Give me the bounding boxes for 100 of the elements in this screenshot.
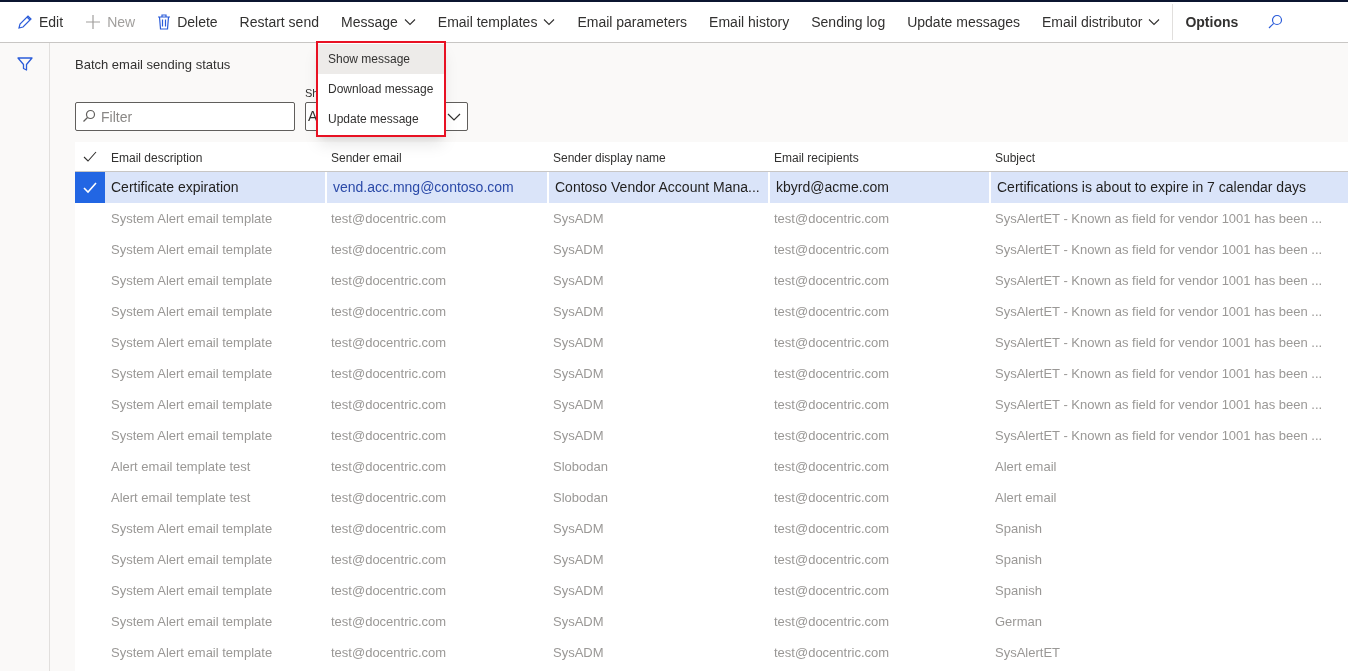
table-cell-text: System Alert email template [110,582,274,600]
table-cell-text: Spanish [994,551,1043,569]
column-header[interactable]: Sender display name [553,150,666,165]
table-cell-text: System Alert email template [110,551,274,569]
table-cell-text: SysADM [552,365,605,383]
table-cell-text: System Alert email template [110,334,274,352]
column-header[interactable]: Email recipients [774,150,859,165]
column-header[interactable]: Email description [111,150,203,165]
table-cell-text: test@docentric.com [330,365,448,383]
table-cell-text: System Alert email template [110,613,274,631]
table-cell-text: test@docentric.com [330,644,448,662]
table-cell-text: System Alert email template [110,210,274,228]
table-cell-text: SysADM [552,303,605,321]
table-cell-text: System Alert email template [110,644,274,662]
chevron-down-icon [447,111,461,122]
toolbar-button[interactable]: Sending log [800,4,897,40]
table-cell-text: test@docentric.com [330,303,448,321]
table-cell-text: test@docentric.com [773,334,891,352]
table-cell-text: test@docentric.com [773,427,891,445]
table-row[interactable]: Certificate expiration vend.acc.mng@contoso.com Contoso Vendor Account Mana... kbyrd@acme.com Certifications is about to expire in 7 calendar days [75,172,1348,203]
table-cell-text: test@docentric.com [330,489,448,507]
plus-icon [85,14,102,30]
menu-item[interactable]: Show message [318,44,444,74]
chevron-down-icon [1148,18,1161,26]
table-cell-text: System Alert email template [110,520,274,538]
toolbar-button[interactable]: Delete [146,4,229,40]
table-cell-text: test@docentric.com [330,272,448,290]
table-cell-text: test@docentric.com [773,582,891,600]
table-cell-text: SysAlertET - Known as field for vendor 1001 has been ... [994,427,1324,445]
filter-field[interactable]: Filter [75,102,295,131]
table-cell-text: Alert email [994,458,1058,476]
table-cell-text: Slobodan [552,489,609,507]
table-cell-text: test@docentric.com [773,458,891,476]
table-cell-text: SysADM [552,520,605,538]
table-cell-text: Alert email template test [110,489,252,507]
table-cell-text: System Alert email template [110,272,274,290]
table-cell-text: SysAlertET - Known as field for vendor 1001 has been ... [994,272,1324,290]
table-cell-text: SysADM [552,334,605,352]
table-cell-text: test@docentric.com [773,210,891,228]
table-cell-text: test@docentric.com [330,334,448,352]
table-cell-text: Slobodan [552,458,609,476]
table-cell-text: SysAlertET - Known as field for vendor 1001 has been ... [994,334,1324,352]
table-cell-text: Spanish [994,582,1043,600]
table-cell-text: test@docentric.com [330,210,448,228]
table-cell-text: test@docentric.com [330,551,448,569]
table-cell-text: SysAlertET - Known as field for vendor 1001 has been ... [994,396,1324,414]
table-cell-text: System Alert email template [110,241,274,259]
toolbar-button[interactable]: Options [1174,4,1250,40]
table-cell-text: SysADM [552,427,605,445]
table-cell-text: test@docentric.com [330,427,448,445]
check-icon[interactable] [83,150,97,163]
table-cell-text: SysAlertET - Known as field for vendor 1001 has been ... [994,365,1324,383]
toolbar-button[interactable]: Email parameters [566,4,699,40]
table-cell-text: SysAlertET [994,644,1061,662]
table-cell-text: test@docentric.com [773,303,891,321]
table-cell-text: SysAlertET - Known as field for vendor 1001 has been ... [994,241,1324,259]
pencil-icon [17,14,33,30]
table-cell-text: test@docentric.com [773,241,891,259]
toolbar-button[interactable]: Update messages [896,4,1032,40]
table-cell-text: test@docentric.com [773,551,891,569]
table-cell-text: test@docentric.com [330,582,448,600]
column-header[interactable]: Subject [995,150,1036,165]
table-cell-text: SysADM [552,396,605,414]
table-cell-text: System Alert email template [110,303,274,321]
chevron-down-icon [403,18,416,26]
toolbar-button[interactable]: Email history [698,4,801,40]
table-cell-text: test@docentric.com [773,520,891,538]
table-cell-text: test@docentric.com [773,396,891,414]
table-cell-text: test@docentric.com [773,489,891,507]
toolbar-button[interactable]: Email templates [426,4,567,40]
table-cell-text: SysADM [552,241,605,259]
table-cell-text: test@docentric.com [330,613,448,631]
toolbar-button[interactable]: Email distributor [1031,4,1172,40]
table-cell-text: test@docentric.com [330,520,448,538]
toolbar-button[interactable]: Message [330,4,427,40]
chevron-down-icon [543,18,556,26]
table-cell-text: Certificate expiration [110,178,240,197]
menu-item[interactable]: Download message [318,74,444,104]
table-cell-text: System Alert email template [110,396,274,414]
search-icon [82,109,96,123]
column-header[interactable]: Sender email [331,150,402,165]
table-cell-text: Spanish [994,520,1043,538]
table-cell-text: test@docentric.com [773,272,891,290]
menu-item[interactable]: Update message [318,104,444,134]
trash-icon [157,14,172,30]
table-cell-text: test@docentric.com [330,396,448,414]
table-cell-text: SysAlertET - Known as field for vendor 1001 has been ... [994,303,1324,321]
table-cell-text: SysADM [552,582,605,600]
table-cell-text: German [994,613,1043,631]
table-cell-text: test@docentric.com [773,644,891,662]
search-icon[interactable] [1267,14,1284,30]
page-title: Batch email sending status [75,56,231,74]
table-cell-text: Alert email [994,489,1058,507]
table-cell-text: Alert email template test [110,458,252,476]
toolbar-button[interactable]: Edit [6,4,75,40]
filter-icon[interactable] [15,55,34,73]
table-cell-text: test@docentric.com [330,241,448,259]
table-cell-text: SysAlertET - Known as field for vendor 1001 has been ... [994,210,1324,228]
table-cell-text: System Alert email template [110,365,274,383]
toolbar-button[interactable]: Restart send [228,4,330,40]
